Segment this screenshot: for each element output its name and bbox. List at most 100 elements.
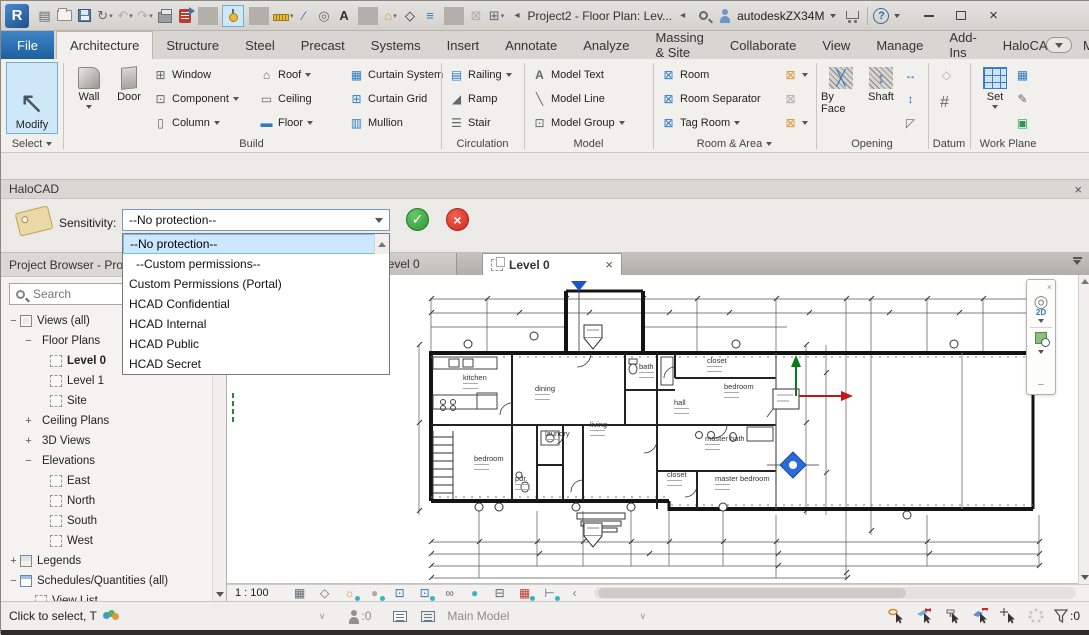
window-button[interactable]: ⊞Window	[153, 65, 211, 84]
print-icon[interactable]	[155, 5, 175, 27]
tree-item[interactable]: South	[1, 511, 213, 531]
export-icon[interactable]	[175, 5, 195, 27]
ribbon-tab[interactable]: Insert	[434, 31, 493, 59]
crop-region-icon[interactable]: ⊡	[417, 586, 433, 600]
design-options-dialog-icon[interactable]	[421, 611, 435, 622]
pin-tool-icon[interactable]	[221, 5, 246, 27]
select-pinned-toggle[interactable]	[944, 608, 962, 624]
tab-list-menu-icon[interactable]	[1070, 257, 1084, 271]
mullion-button[interactable]: ▥Mullion	[349, 113, 403, 132]
wall-button[interactable]: Wall	[69, 63, 109, 129]
tree-expand-toggle[interactable]: +	[22, 415, 35, 427]
room-button[interactable]: ⊠Room	[661, 65, 709, 84]
revit-logo[interactable]: R	[5, 4, 29, 28]
filter-button[interactable]: :0	[1054, 609, 1080, 623]
tree-expand-toggle[interactable]: −	[22, 335, 35, 347]
railing-button[interactable]: ▤Railing	[449, 65, 512, 84]
separator[interactable]	[358, 7, 378, 25]
ribbon-tab[interactable]: File	[1, 31, 54, 59]
set-work-plane-button[interactable]: Set	[977, 63, 1013, 129]
maximize-button[interactable]	[946, 4, 976, 28]
section-icon[interactable]: ◇	[401, 5, 421, 27]
ribbon-tab[interactable]: Manage	[863, 31, 936, 59]
collapse-title-icon[interactable]: ◂	[515, 10, 520, 21]
worksets-dropdown-caret[interactable]: ∨	[319, 611, 326, 622]
navbar-close-icon[interactable]: ×	[1047, 282, 1052, 292]
worksharing-display-icon[interactable]: ▦	[517, 586, 533, 600]
dropdown-option[interactable]: HCAD Internal	[123, 314, 389, 334]
measure-bar-icon[interactable]: ⊢	[542, 586, 558, 600]
tree-item[interactable]: Site	[1, 391, 213, 411]
select-links-toggle[interactable]	[888, 608, 906, 624]
tag-area-button[interactable]: ⊠	[783, 113, 808, 132]
select-underlay-toggle[interactable]	[916, 608, 934, 624]
tree-item[interactable]: + Legends	[1, 551, 213, 571]
wheel-menu-caret[interactable]	[1038, 319, 1044, 323]
ribbon-tab[interactable]: Analyze	[570, 31, 642, 59]
room-area-panel-footer[interactable]: Room & Area	[653, 138, 816, 150]
curtain-system-button[interactable]: ▦Curtain System	[349, 65, 443, 84]
opening-by-face-button[interactable]: ╳By Face	[821, 63, 861, 129]
username[interactable]: autodeskZX34M	[737, 9, 824, 23]
model-line-button[interactable]: ╲Model Line	[532, 89, 605, 108]
collapse-title-icon-2[interactable]: ◂	[680, 10, 685, 21]
ribbon-tab[interactable]: Systems	[358, 31, 434, 59]
area-boundary-button[interactable]: ⊠	[783, 89, 798, 108]
tree-item[interactable]: + 3D Views	[1, 431, 213, 451]
canvas-vertical-scrollbar[interactable]	[1078, 275, 1089, 584]
selection-box-icon[interactable]: ⊟	[492, 586, 508, 600]
ribbon-tab[interactable]: Massing & Site	[642, 31, 716, 59]
viewer-button[interactable]: ▣	[1015, 113, 1030, 132]
close-inactive-icon[interactable]: ⊠	[467, 5, 487, 27]
sun-path-icon[interactable]: ☼	[342, 586, 358, 600]
tree-expand-toggle[interactable]: +	[22, 435, 35, 447]
tree-item[interactable]: North	[1, 491, 213, 511]
ceiling-button[interactable]: ▭Ceiling	[259, 89, 312, 108]
dormer-opening-button[interactable]: ◸	[903, 113, 918, 132]
dropdown-option[interactable]: HCAD Confidential	[123, 294, 389, 314]
cancel-button[interactable]: ×	[446, 208, 469, 231]
dropdown-option[interactable]: HCAD Secret	[123, 354, 389, 374]
ramp-button[interactable]: ◢Ramp	[449, 89, 497, 108]
detail-level-icon[interactable]: ▦	[292, 586, 308, 600]
open-icon[interactable]	[55, 5, 75, 27]
background-processes-icon[interactable]	[1028, 608, 1044, 624]
vertical-opening-button[interactable]: ↕	[903, 89, 918, 108]
ribbon-tab[interactable]: Architecture	[56, 31, 153, 59]
save-icon[interactable]	[75, 5, 95, 27]
ribbon-tab[interactable]: Steel	[232, 31, 288, 59]
modify-button[interactable]: ↖ Modify	[6, 62, 58, 134]
drag-on-selection-toggle[interactable]	[1000, 608, 1018, 624]
visual-style-icon[interactable]: ◇	[317, 586, 333, 600]
halocad-close-icon[interactable]: ×	[1074, 182, 1082, 197]
ribbon-tab[interactable]: Collaborate	[717, 31, 810, 59]
shadows-icon[interactable]: ●	[367, 586, 383, 600]
model-group-button[interactable]: ⊡Model Group	[532, 113, 625, 132]
canvas-horizontal-scrollbar[interactable]	[594, 587, 1076, 599]
tree-expand-toggle[interactable]: −	[7, 315, 20, 327]
ribbon-tab[interactable]: Precast	[288, 31, 358, 59]
show-work-plane-button[interactable]: ▦	[1015, 65, 1030, 84]
grid-button[interactable]: #	[937, 93, 952, 112]
ribbon-tab[interactable]: Annotate	[492, 31, 570, 59]
tree-item[interactable]: + Ceiling Plans	[1, 411, 213, 431]
separator[interactable]	[198, 7, 218, 25]
tag-room-button[interactable]: ⊠Tag Room	[661, 113, 740, 132]
sensitivity-combobox[interactable]: --No protection--	[122, 209, 390, 231]
ribbon-tab[interactable]: Add-Ins	[936, 31, 989, 59]
tree-item[interactable]: − Schedules/Quantities (all)	[1, 571, 213, 591]
crop-view-icon[interactable]: ⊡	[392, 586, 408, 600]
room-separator-button[interactable]: ⊠Room Separator	[661, 89, 761, 108]
dropdown-option[interactable]: HCAD Public	[123, 334, 389, 354]
worksets-dialog-icon[interactable]	[393, 611, 407, 622]
area-button[interactable]: ⊠	[783, 65, 808, 84]
sync-icon[interactable]: ↻▾	[95, 5, 115, 27]
roof-button[interactable]: ⌂Roof	[259, 65, 311, 84]
ribbon-collapse-button[interactable]	[1046, 37, 1072, 53]
redo-icon[interactable]: ↷▾	[135, 5, 155, 27]
worksets-icon[interactable]	[103, 610, 119, 622]
level-button[interactable]: ◇	[939, 65, 954, 84]
separator[interactable]	[249, 7, 269, 25]
minimize-button[interactable]	[914, 4, 944, 28]
active-design-option[interactable]: Main Model	[447, 609, 509, 623]
